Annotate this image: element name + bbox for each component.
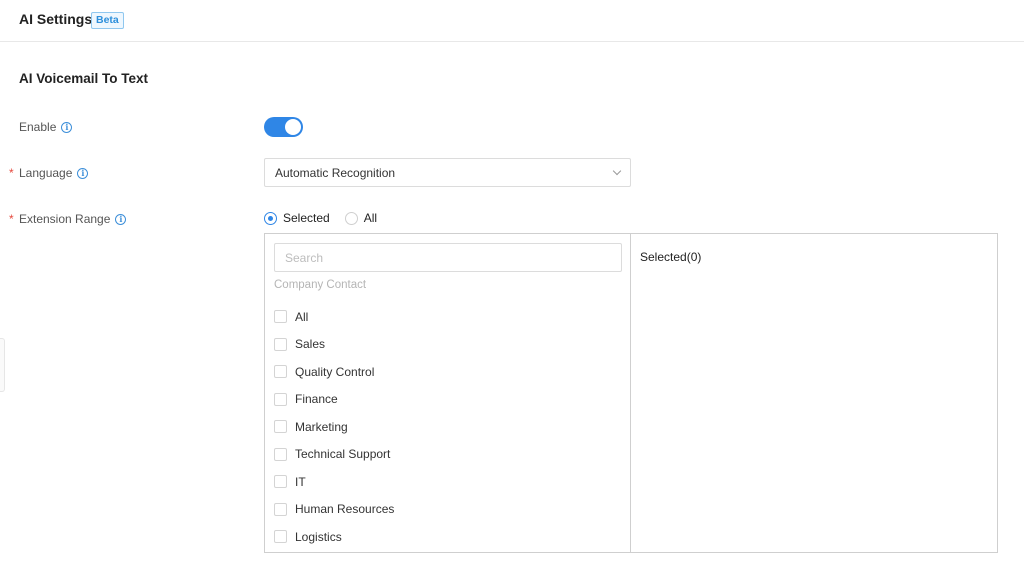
list-item[interactable]: Sales [274, 331, 394, 359]
list-item[interactable]: Finance [274, 386, 394, 414]
checkbox[interactable] [274, 392, 287, 406]
page-title: AI Settings [19, 11, 93, 27]
info-icon[interactable]: i [61, 121, 73, 133]
checkbox[interactable] [274, 530, 287, 544]
extension-range-label: Extension Range [19, 212, 111, 226]
side-collapse-handle[interactable] [0, 338, 5, 392]
enable-label: Enable [19, 120, 57, 134]
list-item[interactable]: Marketing [274, 413, 394, 441]
group-heading: Company Contact [274, 279, 367, 291]
list-item-label: Quality Control [295, 364, 375, 379]
language-select-value: Automatic Recognition [275, 165, 396, 180]
extension-range-radio-group: Selected All [264, 211, 377, 225]
contact-transfer-panel: Company Contact All Sales Quality Contro… [264, 233, 998, 553]
list-item-label: Human Resources [295, 502, 395, 517]
beta-badge: Beta [91, 12, 124, 29]
list-item-label: Logistics [295, 529, 342, 544]
list-item[interactable]: Logistics [274, 523, 394, 551]
list-item-label: Finance [295, 392, 338, 407]
list-item[interactable]: Human Resources [274, 496, 394, 524]
chevron-down-icon [612, 166, 622, 176]
radio-selected-circle[interactable] [264, 211, 277, 225]
info-icon[interactable]: i [115, 213, 127, 225]
toggle-knob [285, 119, 301, 135]
enable-toggle[interactable] [264, 117, 303, 137]
required-marker: * [9, 166, 14, 180]
list-item[interactable]: All [274, 303, 394, 331]
list-item-label: All [295, 309, 309, 324]
contact-list: All Sales Quality Control Finance Market… [274, 303, 394, 551]
checkbox[interactable] [274, 420, 287, 434]
list-item-label: Marketing [295, 419, 348, 434]
language-label-row: * Language i [9, 166, 89, 180]
checkbox[interactable] [274, 310, 287, 324]
radio-all-label: All [363, 211, 378, 225]
contact-source-pane: Company Contact All Sales Quality Contro… [265, 234, 631, 552]
list-item[interactable]: IT [274, 468, 394, 496]
required-marker: * [9, 212, 14, 226]
checkbox[interactable] [274, 475, 287, 489]
enable-label-row: Enable i [19, 120, 73, 134]
section-title: AI Voicemail To Text [19, 71, 149, 86]
page-header: AI Settings Beta [0, 0, 1024, 42]
checkbox[interactable] [274, 365, 287, 379]
extension-range-label-row: * Extension Range i [9, 212, 127, 226]
checkbox[interactable] [274, 337, 287, 351]
language-select[interactable]: Automatic Recognition [264, 158, 631, 187]
radio-selected-label: Selected [283, 211, 330, 225]
search-input[interactable] [274, 243, 622, 272]
radio-all[interactable]: All [344, 211, 378, 225]
language-label: Language [19, 166, 73, 180]
checkbox[interactable] [274, 447, 287, 461]
list-item[interactable]: Technical Support [274, 441, 394, 469]
radio-all-circle[interactable] [344, 211, 358, 225]
checkbox[interactable] [274, 502, 287, 516]
list-item[interactable]: Quality Control [274, 358, 394, 386]
selected-count: Selected(0) [640, 250, 702, 264]
info-icon[interactable]: i [77, 167, 89, 179]
radio-selected[interactable]: Selected [264, 211, 330, 225]
list-item-label: Technical Support [295, 447, 391, 462]
list-item-label: IT [295, 474, 306, 489]
list-item-label: Sales [295, 337, 326, 352]
